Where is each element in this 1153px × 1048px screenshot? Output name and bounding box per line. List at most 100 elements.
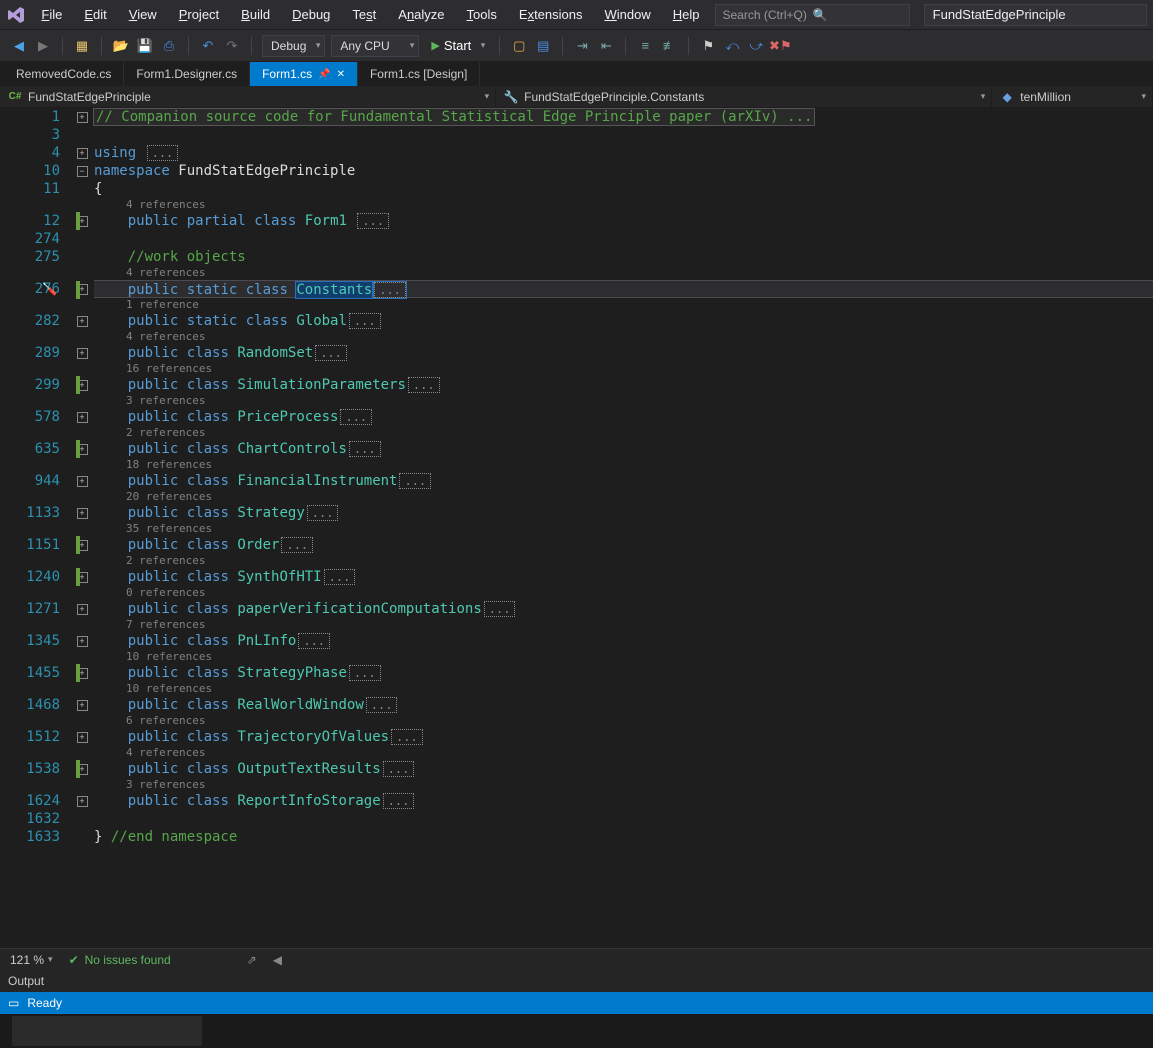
tab-form1-cs-design-[interactable]: Form1.cs [Design]: [358, 62, 480, 86]
fold-toggle[interactable]: +: [77, 700, 88, 711]
new-button[interactable]: ▦: [73, 37, 91, 55]
fold-toggle[interactable]: +: [77, 732, 88, 743]
tb-icon2[interactable]: ▤: [534, 37, 552, 55]
bookmark-clear-icon[interactable]: ✖⚑: [771, 37, 789, 55]
zoom-combo[interactable]: 121 %: [10, 953, 53, 967]
pin-icon[interactable]: 📌: [318, 69, 330, 80]
ok-icon: ✔: [69, 953, 79, 967]
status-bar: ▭ Ready: [0, 992, 1153, 1014]
menu-project[interactable]: Project: [169, 3, 229, 26]
slash-btn[interactable]: ⇗: [247, 953, 257, 967]
codelens-references[interactable]: 10 references: [94, 650, 1153, 664]
bookmark-next-icon[interactable]: ⤻: [747, 37, 765, 55]
codelens-references[interactable]: 2 references: [94, 426, 1153, 440]
menu-build[interactable]: Build: [231, 3, 280, 26]
tab-form1-cs[interactable]: Form1.cs📌✕: [250, 62, 358, 86]
fold-toggle[interactable]: +: [77, 112, 88, 123]
codelens-references[interactable]: 6 references: [94, 714, 1153, 728]
quick-actions-icon[interactable]: 🪛: [42, 282, 57, 296]
search-box[interactable]: Search (Ctrl+Q) 🔍: [715, 4, 909, 26]
codelens-references[interactable]: 7 references: [94, 618, 1153, 632]
open-button[interactable]: 📂: [112, 37, 130, 55]
outdent-icon[interactable]: ⇤: [597, 37, 615, 55]
indent-icon[interactable]: ⇥: [573, 37, 591, 55]
vs-logo-icon: [6, 5, 25, 25]
codelens-references[interactable]: 1 reference: [94, 298, 1153, 312]
codelens-references[interactable]: 20 references: [94, 490, 1153, 504]
document-tab-well: RemovedCode.csForm1.Designer.csForm1.cs📌…: [0, 62, 1153, 86]
fold-toggle[interactable]: +: [77, 148, 88, 159]
tab-form1-designer-cs[interactable]: Form1.Designer.cs: [124, 62, 250, 86]
codelens-references[interactable]: 4 references: [94, 198, 1153, 212]
codelens-references[interactable]: 10 references: [94, 682, 1153, 696]
menu-test[interactable]: Test: [342, 3, 386, 26]
nav-member[interactable]: ◆ tenMillion: [992, 86, 1153, 107]
fold-toggle[interactable]: +: [77, 316, 88, 327]
menu-analyze[interactable]: Analyze: [388, 3, 454, 26]
fold-toggle[interactable]: +: [77, 412, 88, 423]
codelens-references[interactable]: 2 references: [94, 554, 1153, 568]
fold-toggle[interactable]: −: [77, 166, 88, 177]
comment-icon[interactable]: ≡: [636, 37, 654, 55]
menu-bar: FileEditViewProjectBuildDebugTestAnalyze…: [0, 0, 1153, 30]
close-icon[interactable]: ✕: [337, 69, 345, 80]
save-all-button[interactable]: ⎙: [160, 37, 178, 55]
fold-margin: ++−++++++++++++++++++: [70, 108, 94, 948]
play-icon: ▶: [431, 39, 439, 52]
start-debug-button[interactable]: ▶ Start: [425, 35, 489, 57]
redo-button[interactable]: ↷: [223, 37, 241, 55]
nav-fwd-button[interactable]: ▶: [34, 37, 52, 55]
codelens-references[interactable]: 4 references: [94, 266, 1153, 280]
config-combo[interactable]: Debug: [262, 35, 325, 57]
codelens-references[interactable]: 3 references: [94, 778, 1153, 792]
menu-tools[interactable]: Tools: [457, 3, 507, 26]
codelens-references[interactable]: 35 references: [94, 522, 1153, 536]
tab-removedcode-cs[interactable]: RemovedCode.cs: [4, 62, 124, 86]
fold-toggle[interactable]: +: [77, 796, 88, 807]
csharp-icon: C#: [8, 90, 22, 104]
field-icon: ◆: [1000, 90, 1014, 104]
code-area[interactable]: // Companion source code for Fundamental…: [94, 108, 1153, 948]
nav-scope[interactable]: C# FundStatEdgePrinciple: [0, 86, 496, 107]
taskbar-item[interactable]: [12, 1016, 202, 1046]
search-placeholder: Search (Ctrl+Q): [722, 8, 812, 22]
fold-toggle[interactable]: +: [77, 476, 88, 487]
menu-debug[interactable]: Debug: [282, 3, 340, 26]
save-button[interactable]: 💾: [136, 37, 154, 55]
menu-file[interactable]: File: [31, 3, 72, 26]
code-editor[interactable]: 1341011122742752762822892995786359441133…: [0, 108, 1153, 948]
bookmark-icon[interactable]: ⚑: [699, 37, 717, 55]
fold-toggle[interactable]: +: [77, 636, 88, 647]
menu-window[interactable]: Window: [594, 3, 660, 26]
codelens-references[interactable]: 18 references: [94, 458, 1153, 472]
codelens-references[interactable]: 0 references: [94, 586, 1153, 600]
output-panel-header[interactable]: Output: [0, 970, 1153, 992]
fold-toggle[interactable]: +: [77, 348, 88, 359]
class-icon: 🔧: [504, 90, 518, 104]
menu-help[interactable]: Help: [663, 3, 710, 26]
taskbar: [0, 1014, 1153, 1048]
platform-combo[interactable]: Any CPU: [331, 35, 419, 57]
fold-toggle[interactable]: +: [77, 508, 88, 519]
tb-icon1[interactable]: ▢: [510, 37, 528, 55]
undo-button[interactable]: ↶: [199, 37, 217, 55]
menu-edit[interactable]: Edit: [74, 3, 116, 26]
menu-view[interactable]: View: [119, 3, 167, 26]
issues-indicator[interactable]: ✔ No issues found: [69, 953, 171, 967]
bookmark-prev-icon[interactable]: ⤺: [723, 37, 741, 55]
codelens-references[interactable]: 4 references: [94, 330, 1153, 344]
nav-bar: C# FundStatEdgePrinciple 🔧 FundStatEdgeP…: [0, 86, 1153, 108]
fold-toggle[interactable]: +: [77, 604, 88, 615]
menu-extensions[interactable]: Extensions: [509, 3, 593, 26]
line-number-gutter: 1341011122742752762822892995786359441133…: [0, 108, 70, 948]
nav-type[interactable]: 🔧 FundStatEdgePrinciple.Constants: [496, 86, 992, 107]
uncomment-icon[interactable]: ≢: [660, 37, 678, 55]
window-icon: ▭: [8, 996, 19, 1010]
editor-status-bar: 121 % ✔ No issues found ⇗ ◀: [0, 948, 1153, 970]
nav-left-icon[interactable]: ◀: [273, 953, 282, 967]
codelens-references[interactable]: 3 references: [94, 394, 1153, 408]
solution-name[interactable]: FundStatEdgePrinciple: [924, 4, 1147, 26]
codelens-references[interactable]: 16 references: [94, 362, 1153, 376]
nav-back-button[interactable]: ◀: [10, 37, 28, 55]
codelens-references[interactable]: 4 references: [94, 746, 1153, 760]
